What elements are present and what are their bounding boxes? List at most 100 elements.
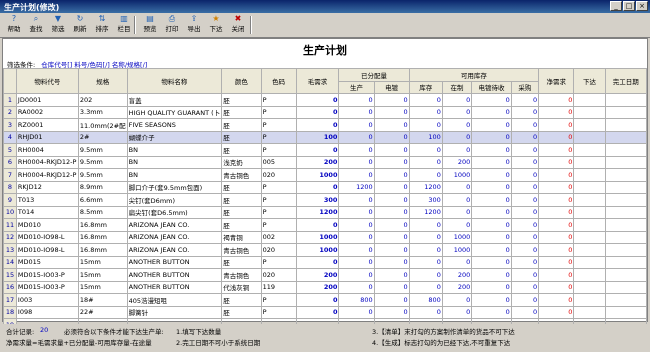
cell-spec[interactable]: 2# <box>77 130 128 144</box>
cell-net[interactable]: 0 <box>538 105 575 119</box>
cell-iss[interactable] <box>573 130 606 144</box>
column-header-name[interactable]: 物料名称 <box>126 68 223 94</box>
cell-prod[interactable]: 0 <box>338 168 375 182</box>
cell-plat[interactable]: 0 <box>373 193 410 207</box>
cell-pend[interactable]: 0 <box>471 93 512 107</box>
toolbar-button-2[interactable]: ▼ 筛选 <box>48 14 68 36</box>
cell-color[interactable]: 胚 <box>221 105 262 119</box>
cell-stock[interactable]: 0 <box>408 280 443 294</box>
cell-cc[interactable]: P <box>260 218 297 232</box>
cell-name[interactable]: 脚簧针 <box>126 305 223 319</box>
cell-code[interactable]: MD010-IO98-L <box>15 243 79 257</box>
cell-gross[interactable]: 1000 <box>295 230 340 244</box>
cell-spec[interactable]: 16.8mm <box>77 218 128 232</box>
table-row[interactable]: 3 RZ0001 11.0mm(2#配 FIVE SEASONS 胚 P 0 0 0 0 0 0 0 0 <box>3 118 648 132</box>
cell-pend[interactable]: 0 <box>471 293 512 307</box>
cell-color[interactable]: 青古铜色 <box>221 168 262 182</box>
cell-spec[interactable]: 9.5mm <box>77 143 128 157</box>
cell-code[interactable]: RKJD12 <box>15 180 79 194</box>
cell-cc[interactable]: 020 <box>260 268 297 282</box>
cell-iss[interactable] <box>573 118 606 132</box>
cell-iss[interactable] <box>573 268 606 282</box>
cell-pend[interactable]: 0 <box>471 105 512 119</box>
toolbar-button-5[interactable]: ▥ 栏目 <box>114 14 134 36</box>
cell-prod[interactable]: 0 <box>338 130 375 144</box>
cell-stock[interactable]: 0 <box>408 218 443 232</box>
cell-stock[interactable]: 0 <box>408 93 443 107</box>
cell-spec[interactable]: 9.5mm <box>77 155 128 169</box>
cell-pend[interactable]: 0 <box>471 218 512 232</box>
cell-pur[interactable]: 0 <box>510 218 540 232</box>
cell-date[interactable] <box>604 93 648 107</box>
cell-gross[interactable]: 0 <box>295 293 340 307</box>
cell-cc[interactable]: P <box>260 293 297 307</box>
cell-pur[interactable]: 0 <box>510 305 540 319</box>
cell-plat[interactable]: 0 <box>373 205 410 219</box>
table-row[interactable]: 5 RH0004 9.5mm BN 胚 P 0 0 0 0 0 0 0 0 <box>3 143 648 157</box>
cell-pur[interactable]: 0 <box>510 93 540 107</box>
cell-date[interactable] <box>604 305 648 319</box>
cell-stock[interactable]: 0 <box>408 155 443 169</box>
cell-pur[interactable]: 0 <box>510 118 540 132</box>
maximize-button[interactable]: □ <box>623 1 635 11</box>
cell-color[interactable]: 浅克奶 <box>221 155 262 169</box>
cell-cc[interactable]: 119 <box>260 280 297 294</box>
column-header-in-prod[interactable]: 在制 <box>441 80 473 94</box>
cell-spec[interactable]: 18# <box>77 293 128 307</box>
cell-spec[interactable]: 6.6mm <box>77 193 128 207</box>
cell-iss[interactable] <box>573 280 606 294</box>
cell-net[interactable]: 0 <box>538 268 575 282</box>
cell-prod[interactable]: 800 <box>338 293 375 307</box>
table-row[interactable]: 17 I003 18# 405浩漫短咀胚 P 0 800 0 800 0 0 0 0 <box>3 293 648 307</box>
cell-spec[interactable]: 9.5mm <box>77 168 128 182</box>
cell-spec[interactable]: 22# <box>77 305 128 319</box>
cell-inprod[interactable]: 200 <box>441 155 473 169</box>
cell-code[interactable]: RH0004-RKJD12-P <box>15 168 79 182</box>
cell-cc[interactable]: 020 <box>260 168 297 182</box>
cell-prod[interactable]: 0 <box>338 205 375 219</box>
cell-cc[interactable]: P <box>260 143 297 157</box>
cell-inprod[interactable]: 1000 <box>441 230 473 244</box>
cell-gross[interactable]: 0 <box>295 143 340 157</box>
cell-gross[interactable]: 1000 <box>295 168 340 182</box>
cell-net[interactable]: 0 <box>538 193 575 207</box>
cell-iss[interactable] <box>573 305 606 319</box>
table-row[interactable]: 1 JD0001 202 盲盖胚 P 0 0 0 0 0 0 0 0 <box>3 93 648 107</box>
cell-pend[interactable]: 0 <box>471 268 512 282</box>
cell-name[interactable]: HIGH QUALITY GUARANT (卜 <box>126 105 223 119</box>
cell-inprod[interactable]: 0 <box>441 255 473 269</box>
cell-net[interactable]: 0 <box>538 168 575 182</box>
cell-stock[interactable]: 0 <box>408 168 443 182</box>
column-header-gross[interactable]: 毛需求 <box>295 68 340 94</box>
cell-name[interactable]: BN <box>126 155 223 169</box>
cell-inprod[interactable]: 0 <box>441 105 473 119</box>
cell-prod[interactable]: 0 <box>338 230 375 244</box>
cell-date[interactable] <box>604 280 648 294</box>
cell-iss[interactable] <box>573 255 606 269</box>
cell-gross[interactable]: 0 <box>295 180 340 194</box>
cell-name[interactable]: FIVE SEASONS <box>126 118 223 132</box>
cell-pur[interactable]: 0 <box>510 180 540 194</box>
cell-date[interactable] <box>604 230 648 244</box>
cell-code[interactable]: RH0004-RKJD12-P <box>15 155 79 169</box>
cell-inprod[interactable]: 0 <box>441 305 473 319</box>
cell-color[interactable]: 褐青铜 <box>221 230 262 244</box>
cell-inprod[interactable]: 0 <box>441 143 473 157</box>
cell-name[interactable]: ARIZONA JEAN CO. <box>126 218 223 232</box>
cell-cc[interactable]: 020 <box>260 243 297 257</box>
cell-prod[interactable]: 0 <box>338 93 375 107</box>
cell-prod[interactable]: 0 <box>338 105 375 119</box>
cell-code[interactable]: I098 <box>15 305 79 319</box>
toolbar-button-4[interactable]: ⇅ 排序 <box>92 14 112 36</box>
toolbar-button-3[interactable]: ↻ 刷新 <box>70 14 90 36</box>
toolbar-button-10[interactable]: ✖ 关闭 <box>228 14 248 36</box>
cell-plat[interactable]: 0 <box>373 168 410 182</box>
cell-gross[interactable]: 1200 <box>295 205 340 219</box>
cell-pur[interactable]: 0 <box>510 193 540 207</box>
cell-name[interactable]: ANOTHER BUTTON <box>126 280 223 294</box>
cell-spec[interactable]: 8.5mm <box>77 205 128 219</box>
table-row[interactable]: 8 RKJD12 8.9mm 脚口介子(套9.5mm包面) 胚 P 0 1200 0 1200 0 0… <box>3 180 648 194</box>
cell-pur[interactable]: 0 <box>510 230 540 244</box>
cell-inprod[interactable]: 0 <box>441 205 473 219</box>
cell-cc[interactable]: 005 <box>260 155 297 169</box>
